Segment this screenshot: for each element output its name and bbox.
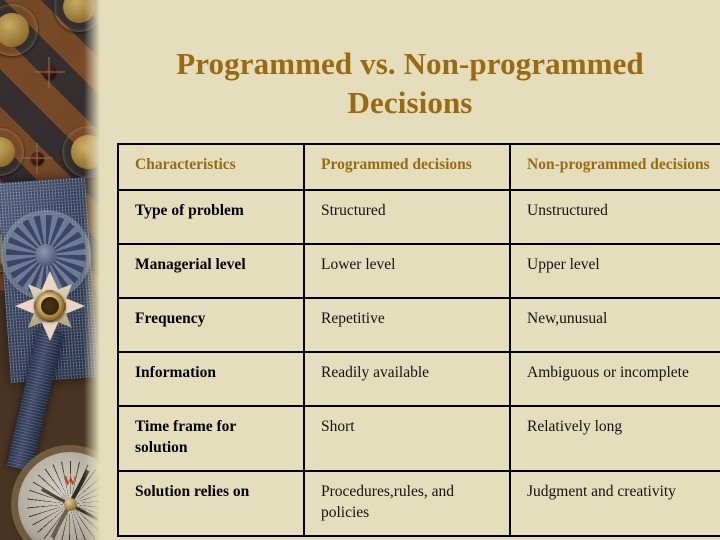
table-row: Frequency Repetitive New,unusual — [117, 297, 720, 354]
cell-non-programmed-managerial-level: Upper level — [509, 243, 720, 300]
decision-comparison-table: Characteristics Programmed decisions Non… — [117, 142, 720, 538]
table-row: Managerial level Lower level Upper level — [117, 243, 720, 300]
table-row: Solution relies on Procedures,rules, and… — [117, 470, 720, 538]
table-row: Type of problem Structured Unstructured — [117, 189, 720, 246]
cell-non-programmed-frequency: New,unusual — [509, 297, 720, 354]
cell-programmed-frequency: Repetitive — [303, 297, 511, 354]
coin-icon — [0, 4, 38, 56]
row-label-solution-relies-on: Solution relies on — [117, 470, 305, 538]
compass-north-label: W — [63, 472, 77, 488]
row-label-type-of-problem: Type of problem — [117, 189, 305, 246]
row-label-information: Information — [117, 351, 305, 408]
row-label-managerial-level: Managerial level — [117, 243, 305, 300]
table-row: Time frame for solution Short Relatively… — [117, 405, 720, 473]
cell-programmed-solution-relies-on: Procedures,rules, and policies — [303, 470, 511, 538]
table-header: Characteristics Programmed decisions Non… — [117, 142, 720, 192]
column-header-non-programmed-decisions: Non-programmed decisions — [509, 142, 720, 192]
table-row: Information Readily available Ambiguous … — [117, 351, 720, 408]
column-header-characteristics: Characteristics — [117, 142, 305, 192]
medal-center — [35, 291, 65, 321]
decision-table-container: Characteristics Programmed decisions Non… — [117, 142, 720, 538]
cell-non-programmed-type-of-problem: Unstructured — [509, 189, 720, 246]
stud-icon — [22, 143, 53, 174]
cell-programmed-managerial-level: Lower level — [303, 243, 511, 300]
stud-icon — [34, 57, 65, 88]
slide-canvas: W Programmed vs. Non-programmed Decision… — [0, 0, 720, 540]
decorative-left-border: W — [0, 0, 100, 540]
column-header-programmed-decisions: Programmed decisions — [303, 142, 511, 192]
table-header-row: Characteristics Programmed decisions Non… — [117, 142, 720, 192]
art-fade-edge — [84, 0, 100, 540]
coin-icon — [0, 128, 24, 176]
table-body: Type of problem Structured Unstructured … — [117, 189, 720, 538]
cell-programmed-type-of-problem: Structured — [303, 189, 511, 246]
compass-hub — [64, 498, 77, 511]
cell-programmed-information: Readily available — [303, 351, 511, 408]
row-label-time-frame-for-solution: Time frame for solution — [117, 405, 305, 473]
page-title: Programmed vs. Non-programmed Decisions — [176, 46, 644, 121]
cell-non-programmed-solution-relies-on: Judgment and creativity — [509, 470, 720, 538]
cell-non-programmed-time-frame: Relatively long — [509, 405, 720, 473]
row-label-frequency: Frequency — [117, 297, 305, 354]
cell-non-programmed-information: Ambiguous or incomplete — [509, 351, 720, 408]
cell-programmed-time-frame: Short — [303, 405, 511, 473]
